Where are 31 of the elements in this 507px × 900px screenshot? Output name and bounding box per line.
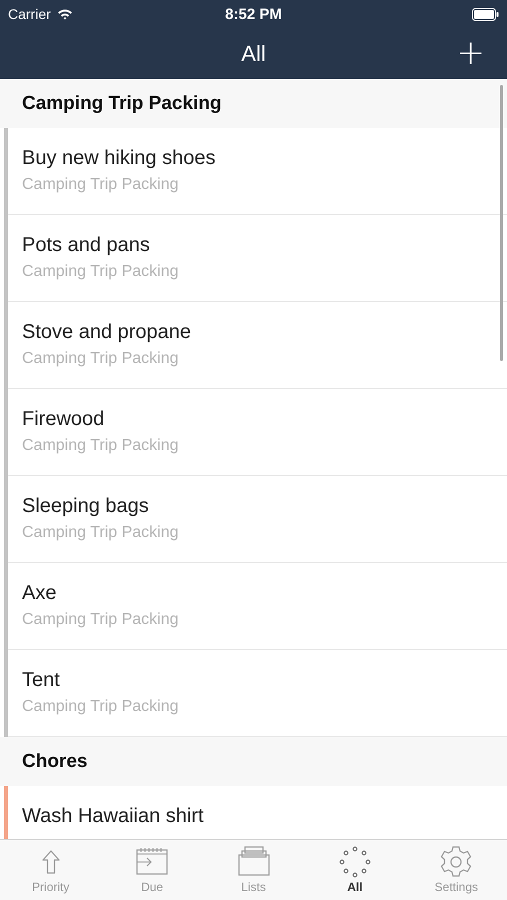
- task-title: Sleeping bags: [22, 494, 150, 519]
- task-list-name: Camping Trip Packing: [22, 698, 180, 716]
- task-row[interactable]: Sleeping bags Camping Trip Packing: [8, 476, 507, 563]
- dot-ring-icon: [338, 846, 372, 878]
- task-list-name: Camping Trip Packing: [22, 611, 180, 629]
- task-title: Stove and propane: [22, 320, 192, 345]
- screen-title: All: [241, 40, 266, 66]
- task-list-name: Camping Trip Packing: [22, 176, 180, 194]
- status-time: 8:52 PM: [225, 6, 282, 22]
- task-list-name: Camping Trip Packing: [22, 263, 180, 281]
- task-title: Pots and pans: [22, 233, 151, 258]
- task-row[interactable]: Axe Camping Trip Packing: [8, 563, 507, 650]
- settings-icon: [439, 846, 474, 878]
- task-title: Tent: [22, 668, 61, 693]
- battery-icon: [472, 8, 499, 20]
- task-list-name: Camping Trip Packing: [22, 437, 180, 455]
- carrier-name: Carrier: [8, 6, 51, 22]
- stacked-cards-icon: [236, 846, 271, 878]
- task-title: Buy new hiking shoes: [22, 146, 216, 171]
- task-title: Axe: [22, 581, 58, 606]
- add-button[interactable]: +: [452, 34, 489, 72]
- up-arrow-icon: [42, 850, 60, 874]
- task-list-name: Camping Trip Packing: [22, 350, 180, 368]
- tab[interactable]: All: [304, 840, 406, 900]
- task-title: Wash Hawaiian shirt: [22, 804, 205, 829]
- task-title: Firewood: [22, 407, 106, 432]
- task-row[interactable]: Firewood Camping Trip Packing: [8, 389, 507, 476]
- section-header: Camping Trip Packing: [22, 92, 222, 114]
- section-header: Chores: [22, 750, 88, 772]
- task-list-name: Camping Trip Packing: [22, 524, 180, 542]
- wifi-icon: [56, 8, 73, 20]
